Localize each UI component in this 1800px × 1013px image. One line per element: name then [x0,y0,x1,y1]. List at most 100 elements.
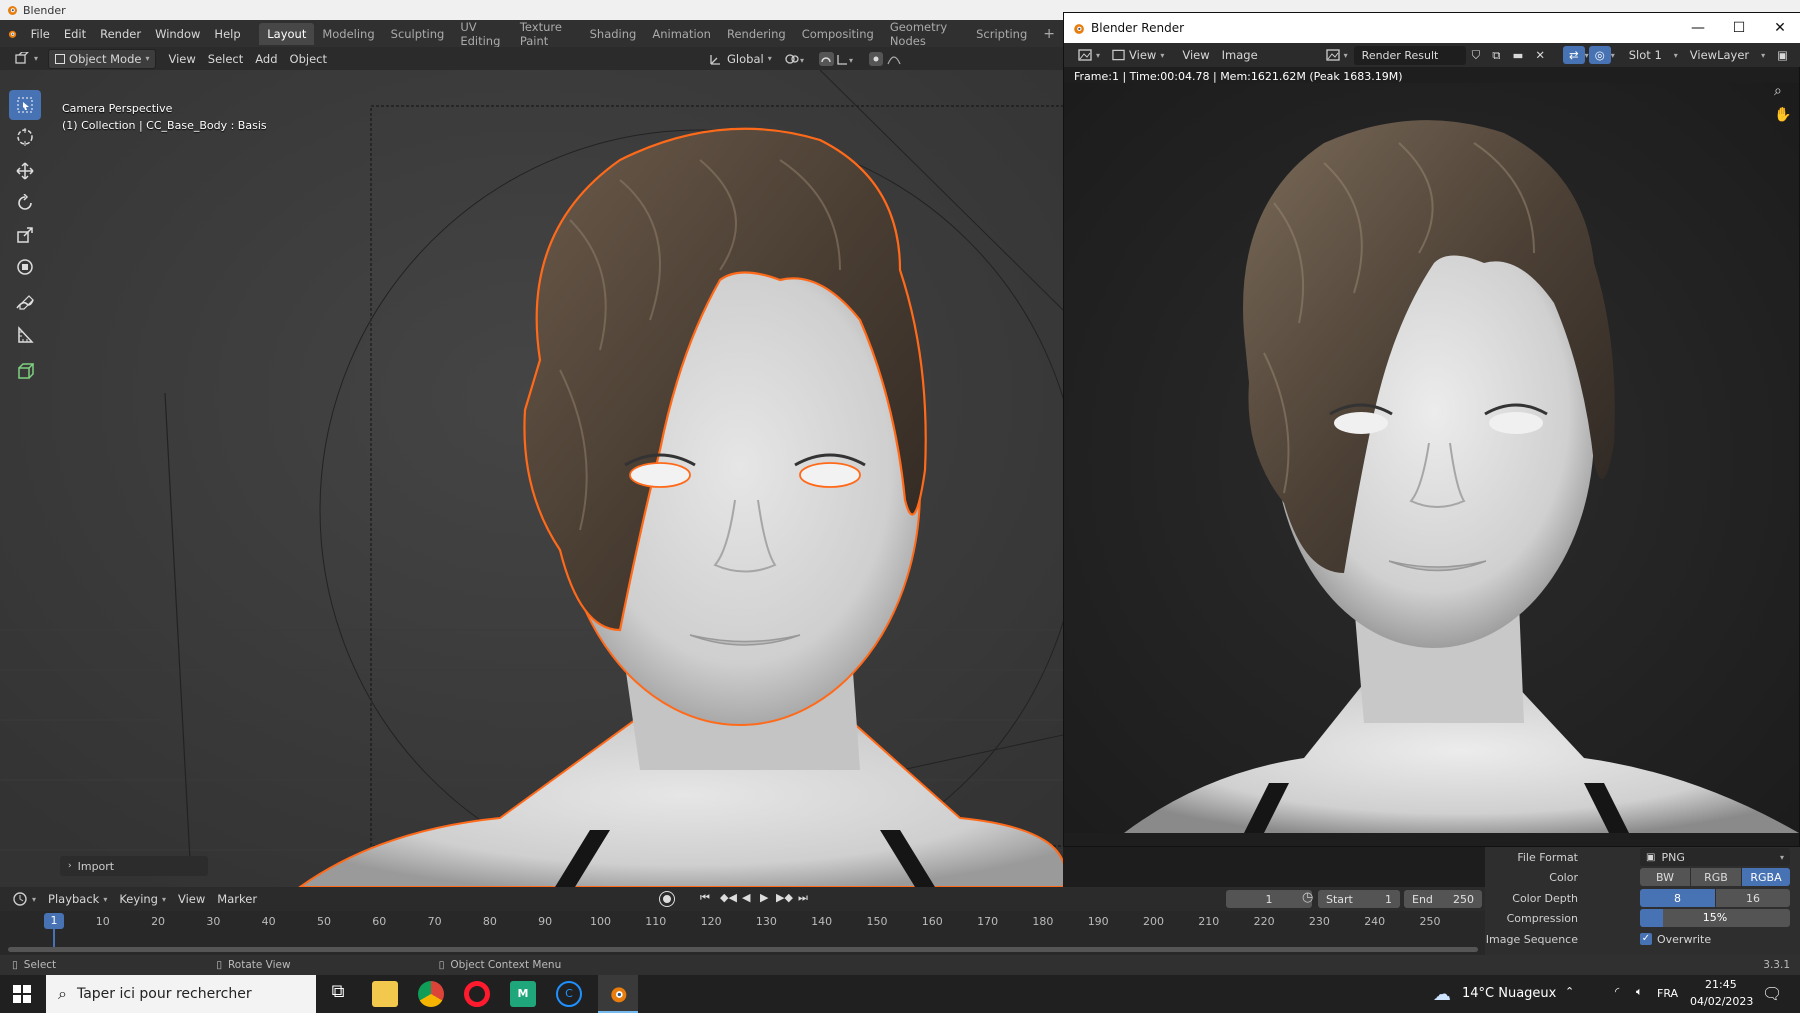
tab-modeling[interactable]: Modeling [314,23,382,45]
viewport-menu-object[interactable]: Object [284,50,333,68]
chrome-icon[interactable] [418,981,444,1007]
viewport-menu-select[interactable]: Select [202,50,249,68]
c-app-icon[interactable]: C [556,981,582,1007]
menu-render[interactable]: Render [93,27,148,41]
render-view-dropdown[interactable]: View ▾ [1106,46,1170,64]
start-frame-field[interactable]: Start 1 [1318,890,1400,908]
scale-tool[interactable] [9,220,41,250]
tab-animation[interactable]: Animation [644,23,719,45]
tab-compositing[interactable]: Compositing [794,23,882,45]
minimize-button[interactable]: — [1677,13,1719,43]
orientation-dropdown[interactable]: Global ▾ [703,50,778,68]
depth-8-option[interactable]: 8 [1640,889,1715,907]
viewport-menu-add[interactable]: Add [249,50,283,68]
timeline-menu-view[interactable]: View [172,890,211,908]
menu-edit[interactable]: Edit [57,27,93,41]
jump-end-icon[interactable]: ⏭ [798,891,808,905]
task-view-icon[interactable]: ⧉ [325,981,351,1007]
mode-dropdown[interactable]: Object Mode ▾ [48,48,157,69]
render-pass-icon[interactable]: ▣ [1771,46,1794,64]
color-rgb-option[interactable]: RGB [1691,868,1741,886]
open-folder-icon[interactable]: ▬ [1507,46,1530,64]
stopwatch-icon[interactable]: ◷ [1302,890,1313,905]
render-menu-image[interactable]: Image [1216,46,1264,64]
file-explorer-icon[interactable] [372,981,398,1007]
fake-user-icon[interactable]: ⛉ [1466,46,1487,65]
annotate-tool[interactable] [9,288,41,318]
slot-dropdown[interactable]: Slot 1 ▾ [1623,46,1684,64]
close-button[interactable]: ✕ [1759,13,1800,43]
menu-window[interactable]: Window [148,27,207,41]
tab-scripting[interactable]: Scripting [968,23,1035,45]
proportional-edit-icon[interactable] [862,50,914,68]
image-name-field[interactable]: Render Result [1353,45,1466,65]
weather-cloud-icon[interactable]: ☁ [1433,984,1451,1005]
blender-menu-icon[interactable] [6,27,18,41]
play-reverse-icon[interactable]: ◀ [742,891,750,904]
depth-16-option[interactable]: 16 [1716,889,1790,907]
menu-file[interactable]: File [24,27,57,41]
zoom-icon[interactable]: ⌕ [1774,83,1782,99]
overwrite-checkbox[interactable]: ✓ Overwrite [1640,933,1711,946]
tab-layout[interactable]: Layout [259,22,315,45]
new-image-icon[interactable]: ⧉ [1486,46,1506,65]
timeline-menu-playback[interactable]: Playback ▾ [42,890,113,908]
select-box-tool[interactable] [9,90,41,120]
windows-start-icon[interactable] [13,985,31,1003]
tab-sculpting[interactable]: Sculpting [383,23,453,45]
transform-tool[interactable] [9,252,41,282]
hand-pan-icon[interactable]: ✋ [1774,107,1791,123]
import-panel[interactable]: › Import [60,856,208,876]
editor-type-icon[interactable]: ▾ [8,50,44,68]
language-indicator[interactable]: FRA [1657,987,1678,1000]
timeline-ruler[interactable]: 10 20 30 40 50 60 70 80 90 100 110 120 130 140 150 160 1… [0,911,1485,955]
clock-time[interactable]: 21:45 [1705,978,1737,991]
unlink-icon[interactable]: ✕ [1529,46,1551,64]
3d-viewport[interactable]: Camera Perspective (1) Collection | CC_B… [0,70,1063,887]
overlay-icon[interactable]: ◎ [1588,46,1611,64]
pivot-point-icon[interactable]: ▾ [778,50,812,68]
timeline-menu-marker[interactable]: Marker [211,890,263,908]
timeline-menu-keying[interactable]: Keying ▾ [113,890,172,908]
rotate-tool[interactable] [9,188,41,218]
next-keyframe-icon[interactable]: ▶◆ [776,891,793,904]
view-layer-dropdown[interactable]: ViewLayer ▾ [1684,46,1771,64]
add-cube-tool[interactable] [9,356,41,386]
tray-chevron-icon[interactable]: ⌃ [1565,985,1574,998]
uv-sync-icon[interactable]: ⇄ [1563,46,1585,64]
compression-slider[interactable]: 15% [1640,909,1790,927]
weather-text[interactable]: 14°C Nuageux [1462,986,1556,1001]
taskbar-search[interactable]: ⌕ Taper ici pour rechercher [46,975,316,1013]
network-icon[interactable]: ◜ [1615,985,1619,998]
maximize-button[interactable]: ☐ [1718,13,1760,43]
record-button[interactable] [660,892,674,906]
timeline-scrollbar[interactable] [8,947,1478,952]
cursor-tool[interactable] [9,122,41,152]
notifications-icon[interactable]: 🗨︎ [1762,984,1782,1003]
color-rgba-option[interactable]: RGBA [1742,868,1790,886]
menu-help[interactable]: Help [207,27,247,41]
timeline-editor-icon[interactable]: ▾ [6,890,42,908]
current-frame-field[interactable]: 1 [1226,890,1312,908]
tab-shading[interactable]: Shading [582,23,645,45]
play-icon[interactable]: ▶ [760,891,768,904]
end-frame-field[interactable]: End 250 [1404,890,1482,908]
playhead[interactable]: 1 [44,913,64,929]
prev-keyframe-icon[interactable]: ◆◀ [720,891,737,904]
tab-rendering[interactable]: Rendering [719,23,794,45]
file-format-dropdown[interactable]: ▣ PNG ▾ [1640,848,1790,866]
render-menu-view[interactable]: View [1176,46,1215,64]
jump-start-icon[interactable]: ⏮ [700,891,710,905]
color-bw-option[interactable]: BW [1640,868,1690,886]
viewport-menu-view[interactable]: View [162,50,201,68]
measure-tool[interactable] [9,320,41,350]
clock-date[interactable]: 04/02/2023 [1690,995,1753,1008]
volume-icon[interactable]: 🔈︎ [1636,985,1643,999]
m-app-icon[interactable]: M [510,981,536,1007]
image-editor-type-icon[interactable]: ▾ [1072,47,1106,63]
browse-image-icon[interactable]: ▾ [1320,47,1354,63]
opera-icon[interactable] [464,981,490,1007]
add-workspace-icon[interactable]: + [1035,22,1063,46]
move-tool[interactable] [9,156,41,186]
snap-icon[interactable]: ▾ [812,50,862,68]
